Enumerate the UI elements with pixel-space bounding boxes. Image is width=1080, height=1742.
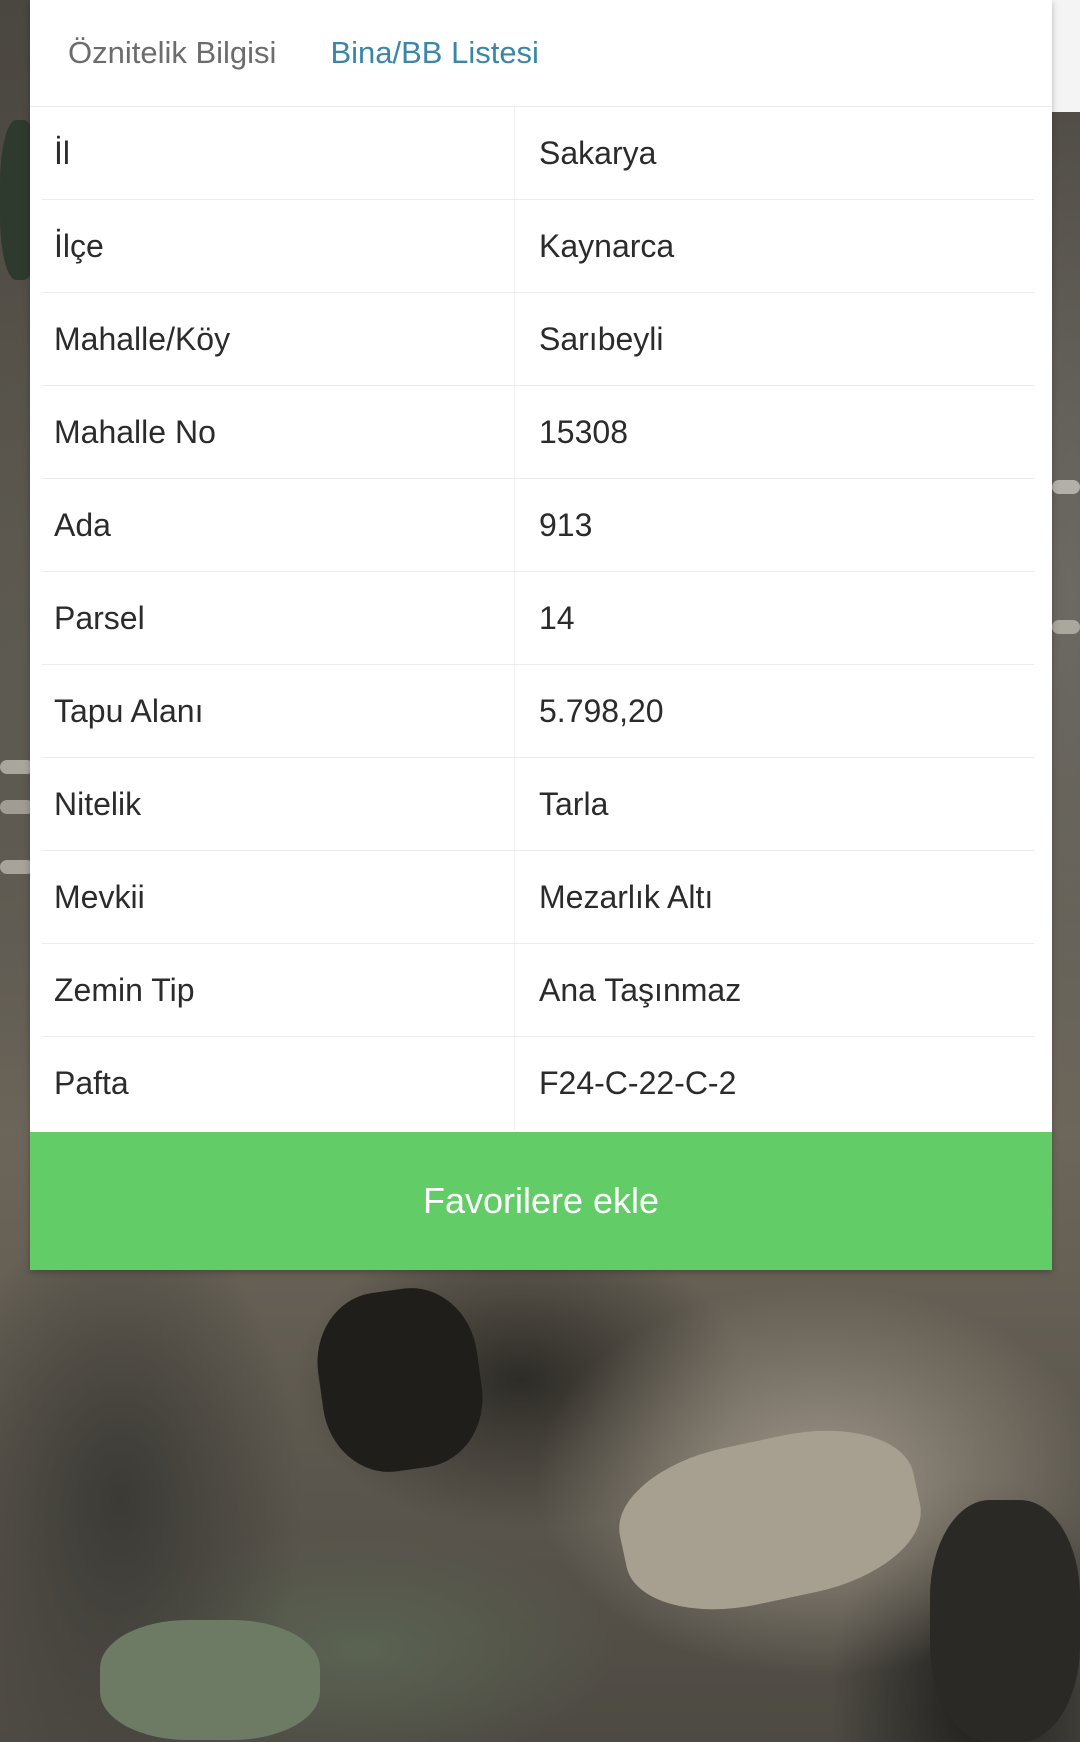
row-label: Pafta (30, 1037, 515, 1130)
row-value: Ana Taşınmaz (539, 972, 742, 1008)
map-field-block (606, 1410, 934, 1630)
row-value: 913 (539, 507, 593, 543)
row-label: Tapu Alanı (30, 665, 515, 758)
row-value: 15308 (539, 414, 628, 450)
tab-oznitelik-bilgisi[interactable]: Öznitelik Bilgisi (30, 0, 330, 106)
table-row: Nitelik Tarla (30, 758, 1052, 851)
map-field-stripe (0, 760, 34, 774)
row-value: Mezarlık Altı (539, 879, 714, 915)
attribute-table: İl Sakarya İlçe Kaynarca Mahalle/Köy Sar… (30, 107, 1052, 1130)
row-label: İlçe (30, 200, 515, 293)
row-value: F24-C-22-C-2 (539, 1065, 737, 1101)
table-row: Parsel 14 (30, 572, 1052, 665)
row-label: Mahalle/Köy (30, 293, 515, 386)
map-field-stripe (1052, 620, 1080, 634)
table-row: Ada 913 (30, 479, 1052, 572)
tab-bina-bb-listesi[interactable]: Bina/BB Listesi (330, 0, 539, 106)
row-value: Kaynarca (539, 228, 675, 264)
row-label: Mevkii (30, 851, 515, 944)
add-to-favorites-button[interactable]: Favorilere ekle (30, 1132, 1052, 1270)
parcel-info-panel: Öznitelik Bilgisi Bina/BB Listesi İl Sak… (30, 0, 1052, 1270)
table-row: Mevkii Mezarlık Altı (30, 851, 1052, 944)
row-value: 14 (539, 600, 575, 636)
table-row: Zemin Tip Ana Taşınmaz (30, 944, 1052, 1037)
row-label: Mahalle No (30, 386, 515, 479)
row-value: Sarıbeyli (539, 321, 664, 357)
row-value: 5.798,20 (539, 693, 664, 729)
table-row: Pafta F24-C-22-C-2 (30, 1037, 1052, 1130)
row-value: Sakarya (539, 135, 657, 171)
table-row: Mahalle No 15308 (30, 386, 1052, 479)
map-field-block (308, 1279, 492, 1481)
map-field-stripe (0, 860, 34, 874)
table-row: Tapu Alanı 5.798,20 (30, 665, 1052, 758)
table-row: İl Sakarya (30, 107, 1052, 200)
map-field-stripe (0, 800, 34, 814)
map-field-block (930, 1500, 1080, 1742)
row-label: Parsel (30, 572, 515, 665)
tab-bar: Öznitelik Bilgisi Bina/BB Listesi (30, 0, 1052, 107)
row-label: Nitelik (30, 758, 515, 851)
row-label: Ada (30, 479, 515, 572)
row-label: İl (30, 107, 515, 200)
table-row: İlçe Kaynarca (30, 200, 1052, 293)
map-field-block (100, 1620, 320, 1740)
map-field-stripe (1052, 480, 1080, 494)
row-value: Tarla (539, 786, 609, 822)
row-label: Zemin Tip (30, 944, 515, 1037)
table-row: Mahalle/Köy Sarıbeyli (30, 293, 1052, 386)
map-overlay-edge (1052, 0, 1080, 112)
